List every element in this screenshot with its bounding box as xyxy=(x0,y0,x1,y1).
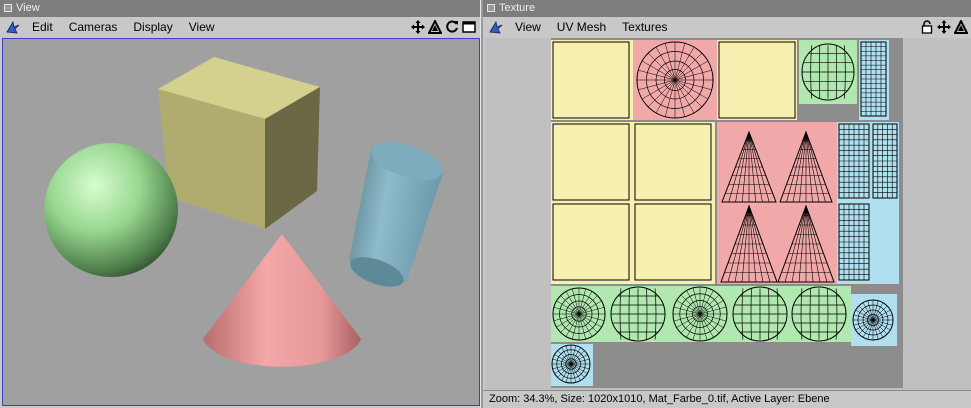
menu-uv-mesh[interactable]: UV Mesh xyxy=(549,17,614,37)
texture-menubar: View UV Mesh Textures xyxy=(483,17,971,37)
menu-view[interactable]: View xyxy=(507,17,549,37)
lock-icon[interactable] xyxy=(919,19,934,35)
texture-title: Texture xyxy=(499,2,536,14)
move-icon[interactable] xyxy=(410,19,425,35)
menu-view[interactable]: View xyxy=(181,17,223,37)
menu-edit[interactable]: Edit xyxy=(24,17,61,37)
uv-face-square xyxy=(634,123,712,201)
uv-face-square xyxy=(718,41,796,119)
view-toolbar xyxy=(410,17,476,37)
status-text: Zoom: 34.3%, Size: 1020x1010, Mat_Farbe_… xyxy=(489,393,830,405)
refresh-icon[interactable] xyxy=(444,19,459,35)
menu-display[interactable]: Display xyxy=(125,17,180,37)
app-icon[interactable] xyxy=(487,18,505,36)
rotate-icon[interactable] xyxy=(953,19,968,35)
texture-window: Texture View UV Mesh Textures Zoom: 34.3… xyxy=(483,0,971,408)
maximize-icon[interactable] xyxy=(461,19,476,35)
view-title: View xyxy=(16,2,40,14)
3d-viewport[interactable] xyxy=(2,38,480,406)
uv-face-square xyxy=(552,41,630,119)
view-window: View Edit Cameras Display View xyxy=(0,0,480,408)
uv-face-square xyxy=(552,203,630,281)
menu-textures[interactable]: Textures xyxy=(614,17,675,37)
texture-titlebar[interactable]: Texture xyxy=(483,0,971,17)
app-icon[interactable] xyxy=(4,18,22,36)
window-close-icon[interactable] xyxy=(487,4,495,12)
uv-texture-canvas[interactable] xyxy=(551,38,903,388)
uv-region-pink xyxy=(717,122,837,284)
uv-face-square xyxy=(634,203,712,281)
uv-region-blue xyxy=(859,40,889,120)
uv-face-square xyxy=(552,123,630,201)
move-icon[interactable] xyxy=(936,19,951,35)
texture-canvas-wrapper xyxy=(485,38,971,390)
view-menubar: Edit Cameras Display View xyxy=(0,17,480,37)
rotate-icon[interactable] xyxy=(427,19,442,35)
uv-region-blue xyxy=(837,122,899,284)
menu-cameras[interactable]: Cameras xyxy=(61,17,126,37)
status-bar: Zoom: 34.3%, Size: 1020x1010, Mat_Farbe_… xyxy=(483,390,971,408)
sphere-object[interactable] xyxy=(44,143,178,277)
texture-toolbar xyxy=(919,17,968,37)
view-titlebar[interactable]: View xyxy=(0,0,480,17)
window-close-icon[interactable] xyxy=(4,4,12,12)
